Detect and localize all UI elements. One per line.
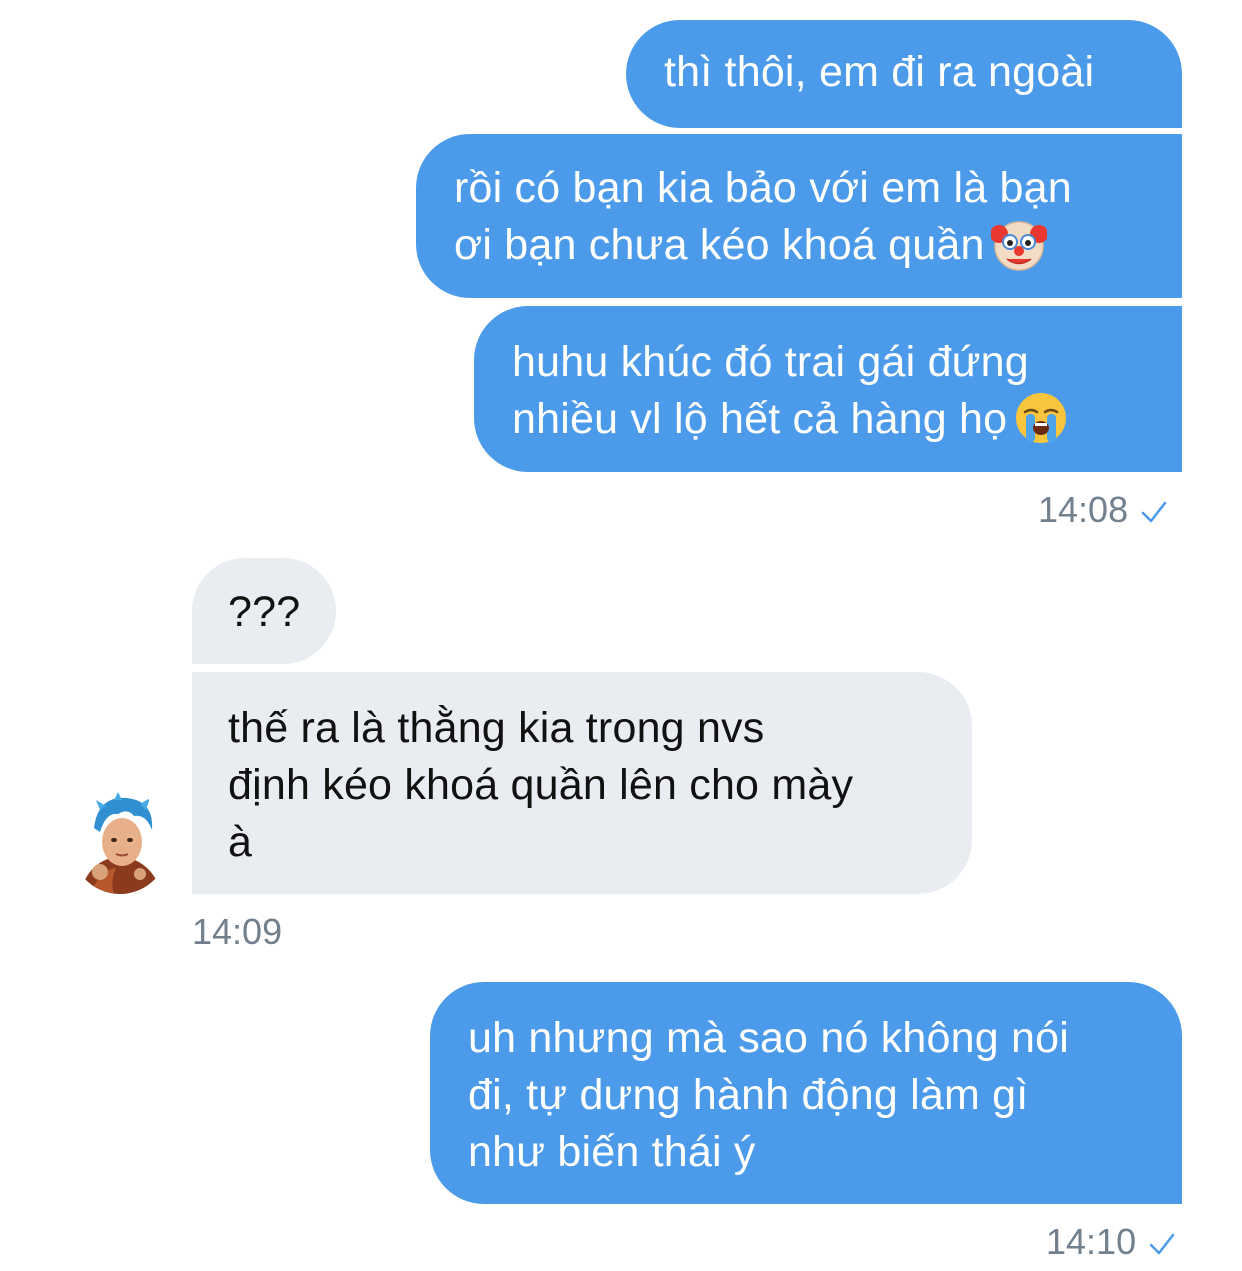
message-bubble-incoming[interactable]: ??? (192, 558, 336, 664)
contact-avatar[interactable] (70, 790, 170, 894)
message-timestamp: 14:08 (1038, 490, 1168, 530)
message-text: định kéo khoá quần lên cho mày (228, 761, 854, 809)
avatar-image (70, 790, 170, 894)
message-text: nhiều vl lộ hết cả hàng họ (512, 391, 1144, 448)
message-bubble-incoming[interactable]: thế ra là thằng kia trong nvs định kéo k… (192, 672, 972, 894)
message-timestamp: 14:09 (192, 912, 282, 952)
message-text: huhu khúc đó trai gái đứng (512, 338, 1029, 386)
message-timestamp: 14:10 (1046, 1222, 1176, 1262)
loudly-crying-face-icon (1016, 392, 1067, 443)
message-text: uh nhưng mà sao nó không nói (468, 1014, 1069, 1062)
message-text: thì thôi, em đi ra ngoài (664, 48, 1095, 96)
message-text: như biến thái ý (468, 1128, 756, 1176)
message-bubble-outgoing[interactable]: huhu khúc đó trai gái đứng nhiều vl lộ h… (474, 306, 1182, 472)
clown-face-icon (990, 220, 1047, 271)
message-text: à (228, 818, 253, 866)
message-text: rồi có bạn kia bảo với em là bạn (454, 164, 1072, 212)
timestamp-text: 14:10 (1046, 1221, 1137, 1262)
message-text: đi, tự dưng hành động làm gì (468, 1071, 1029, 1119)
message-bubble-outgoing[interactable]: uh nhưng mà sao nó không nói đi, tự dưng… (430, 982, 1182, 1204)
message-text: ơi bạn chưa kéo khoá quần (454, 217, 1144, 274)
checkmark-icon (1149, 1234, 1175, 1255)
message-bubble-outgoing[interactable]: thì thôi, em đi ra ngoài (626, 20, 1182, 128)
checkmark-icon (1141, 502, 1167, 523)
message-text: ??? (228, 588, 301, 636)
message-bubble-outgoing[interactable]: rồi có bạn kia bảo với em là bạn ơi bạn … (416, 134, 1182, 298)
message-text: thế ra là thằng kia trong nvs (228, 704, 765, 752)
timestamp-text: 14:09 (192, 911, 283, 952)
timestamp-text: 14:08 (1038, 489, 1129, 530)
